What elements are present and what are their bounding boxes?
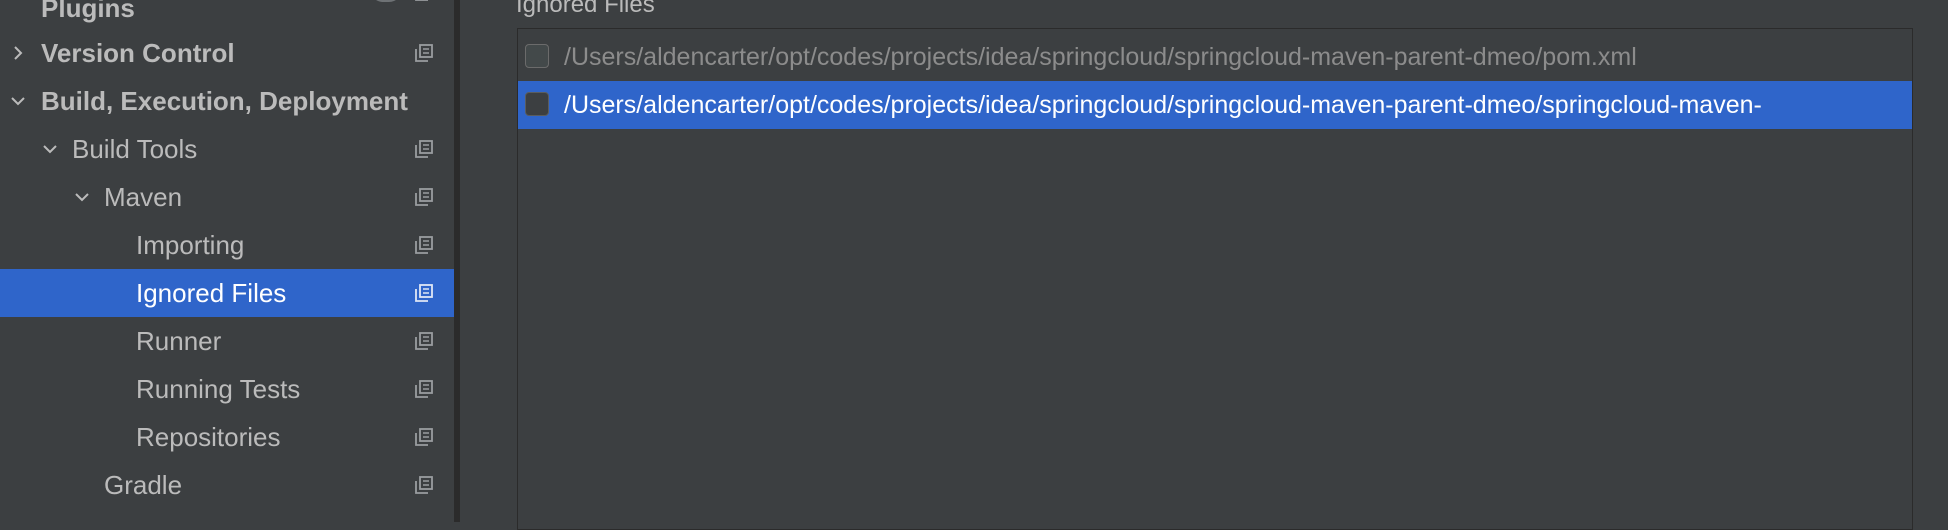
list-item[interactable]: /Users/aldencarter/opt/codes/projects/id… — [518, 81, 1912, 129]
tree-item-label: Importing — [136, 230, 245, 260]
tree-item-maven[interactable]: Maven — [0, 173, 454, 221]
project-settings-icon — [415, 236, 433, 254]
tree-item-gradle[interactable]: Gradle — [0, 461, 454, 509]
project-settings-icon — [415, 0, 428, 1]
tree-item-label: Repositories — [136, 422, 281, 452]
tree-item-running-tests[interactable]: Running Tests — [0, 365, 454, 413]
tree-item-plugins[interactable]: Plugins 1 — [0, 0, 454, 32]
tree-item-label: Build Tools — [72, 134, 198, 164]
tree-item-label: Version Control — [41, 38, 235, 68]
file-path: /Users/aldencarter/opt/codes/projects/id… — [564, 91, 1762, 119]
tree-item-label: Maven — [104, 182, 183, 212]
section-title: Ignored Files — [516, 0, 655, 18]
splitter-gutter — [460, 0, 481, 522]
tree-item-build-execution-deployment[interactable]: Build, Execution, Deployment — [0, 77, 454, 125]
chevron-down-icon[interactable] — [70, 173, 94, 221]
list-item[interactable]: /Users/aldencarter/opt/codes/projects/id… — [518, 33, 1912, 81]
settings-content: Ignored Files /Users/aldencarter/opt/cod… — [481, 0, 1948, 530]
project-settings-icon — [415, 140, 433, 158]
project-settings-icon — [415, 188, 433, 206]
update-count-badge: 1 — [370, 0, 402, 2]
tree-item-runner[interactable]: Runner — [0, 317, 454, 365]
tree-item-label: Ignored Files — [136, 278, 287, 308]
tree-item-label: Build, Execution, Deployment — [41, 86, 408, 116]
project-settings-icon — [415, 428, 433, 446]
settings-tree: Plugins 1 Version Control Build, Executi… — [0, 0, 454, 522]
project-settings-icon — [415, 44, 433, 62]
project-settings-icon — [415, 332, 433, 350]
tree-item-repositories[interactable]: Repositories — [0, 413, 454, 461]
project-settings-icon — [415, 476, 433, 494]
ignore-checkbox[interactable] — [525, 44, 549, 68]
file-path: /Users/aldencarter/opt/codes/projects/id… — [564, 43, 1637, 71]
tree-item-label: Running Tests — [136, 374, 301, 404]
tree-item-version-control[interactable]: Version Control — [0, 29, 454, 77]
tree-item-label: Runner — [136, 326, 222, 356]
ignore-checkbox[interactable] — [525, 92, 549, 116]
tree-item-ignored-files[interactable]: Ignored Files — [0, 269, 454, 317]
tree-item-label: Gradle — [104, 470, 183, 500]
chevron-down-icon[interactable] — [38, 125, 62, 173]
tree-item-importing[interactable]: Importing — [0, 221, 454, 269]
tree-item-label: Plugins — [41, 0, 135, 23]
chevron-right-icon[interactable] — [6, 29, 30, 77]
tree-item-build-tools[interactable]: Build Tools — [0, 125, 454, 173]
project-settings-icon — [415, 284, 433, 302]
ignored-files-list[interactable]: /Users/aldencarter/opt/codes/projects/id… — [517, 28, 1913, 530]
project-settings-icon — [415, 380, 433, 398]
chevron-down-icon[interactable] — [6, 77, 30, 125]
